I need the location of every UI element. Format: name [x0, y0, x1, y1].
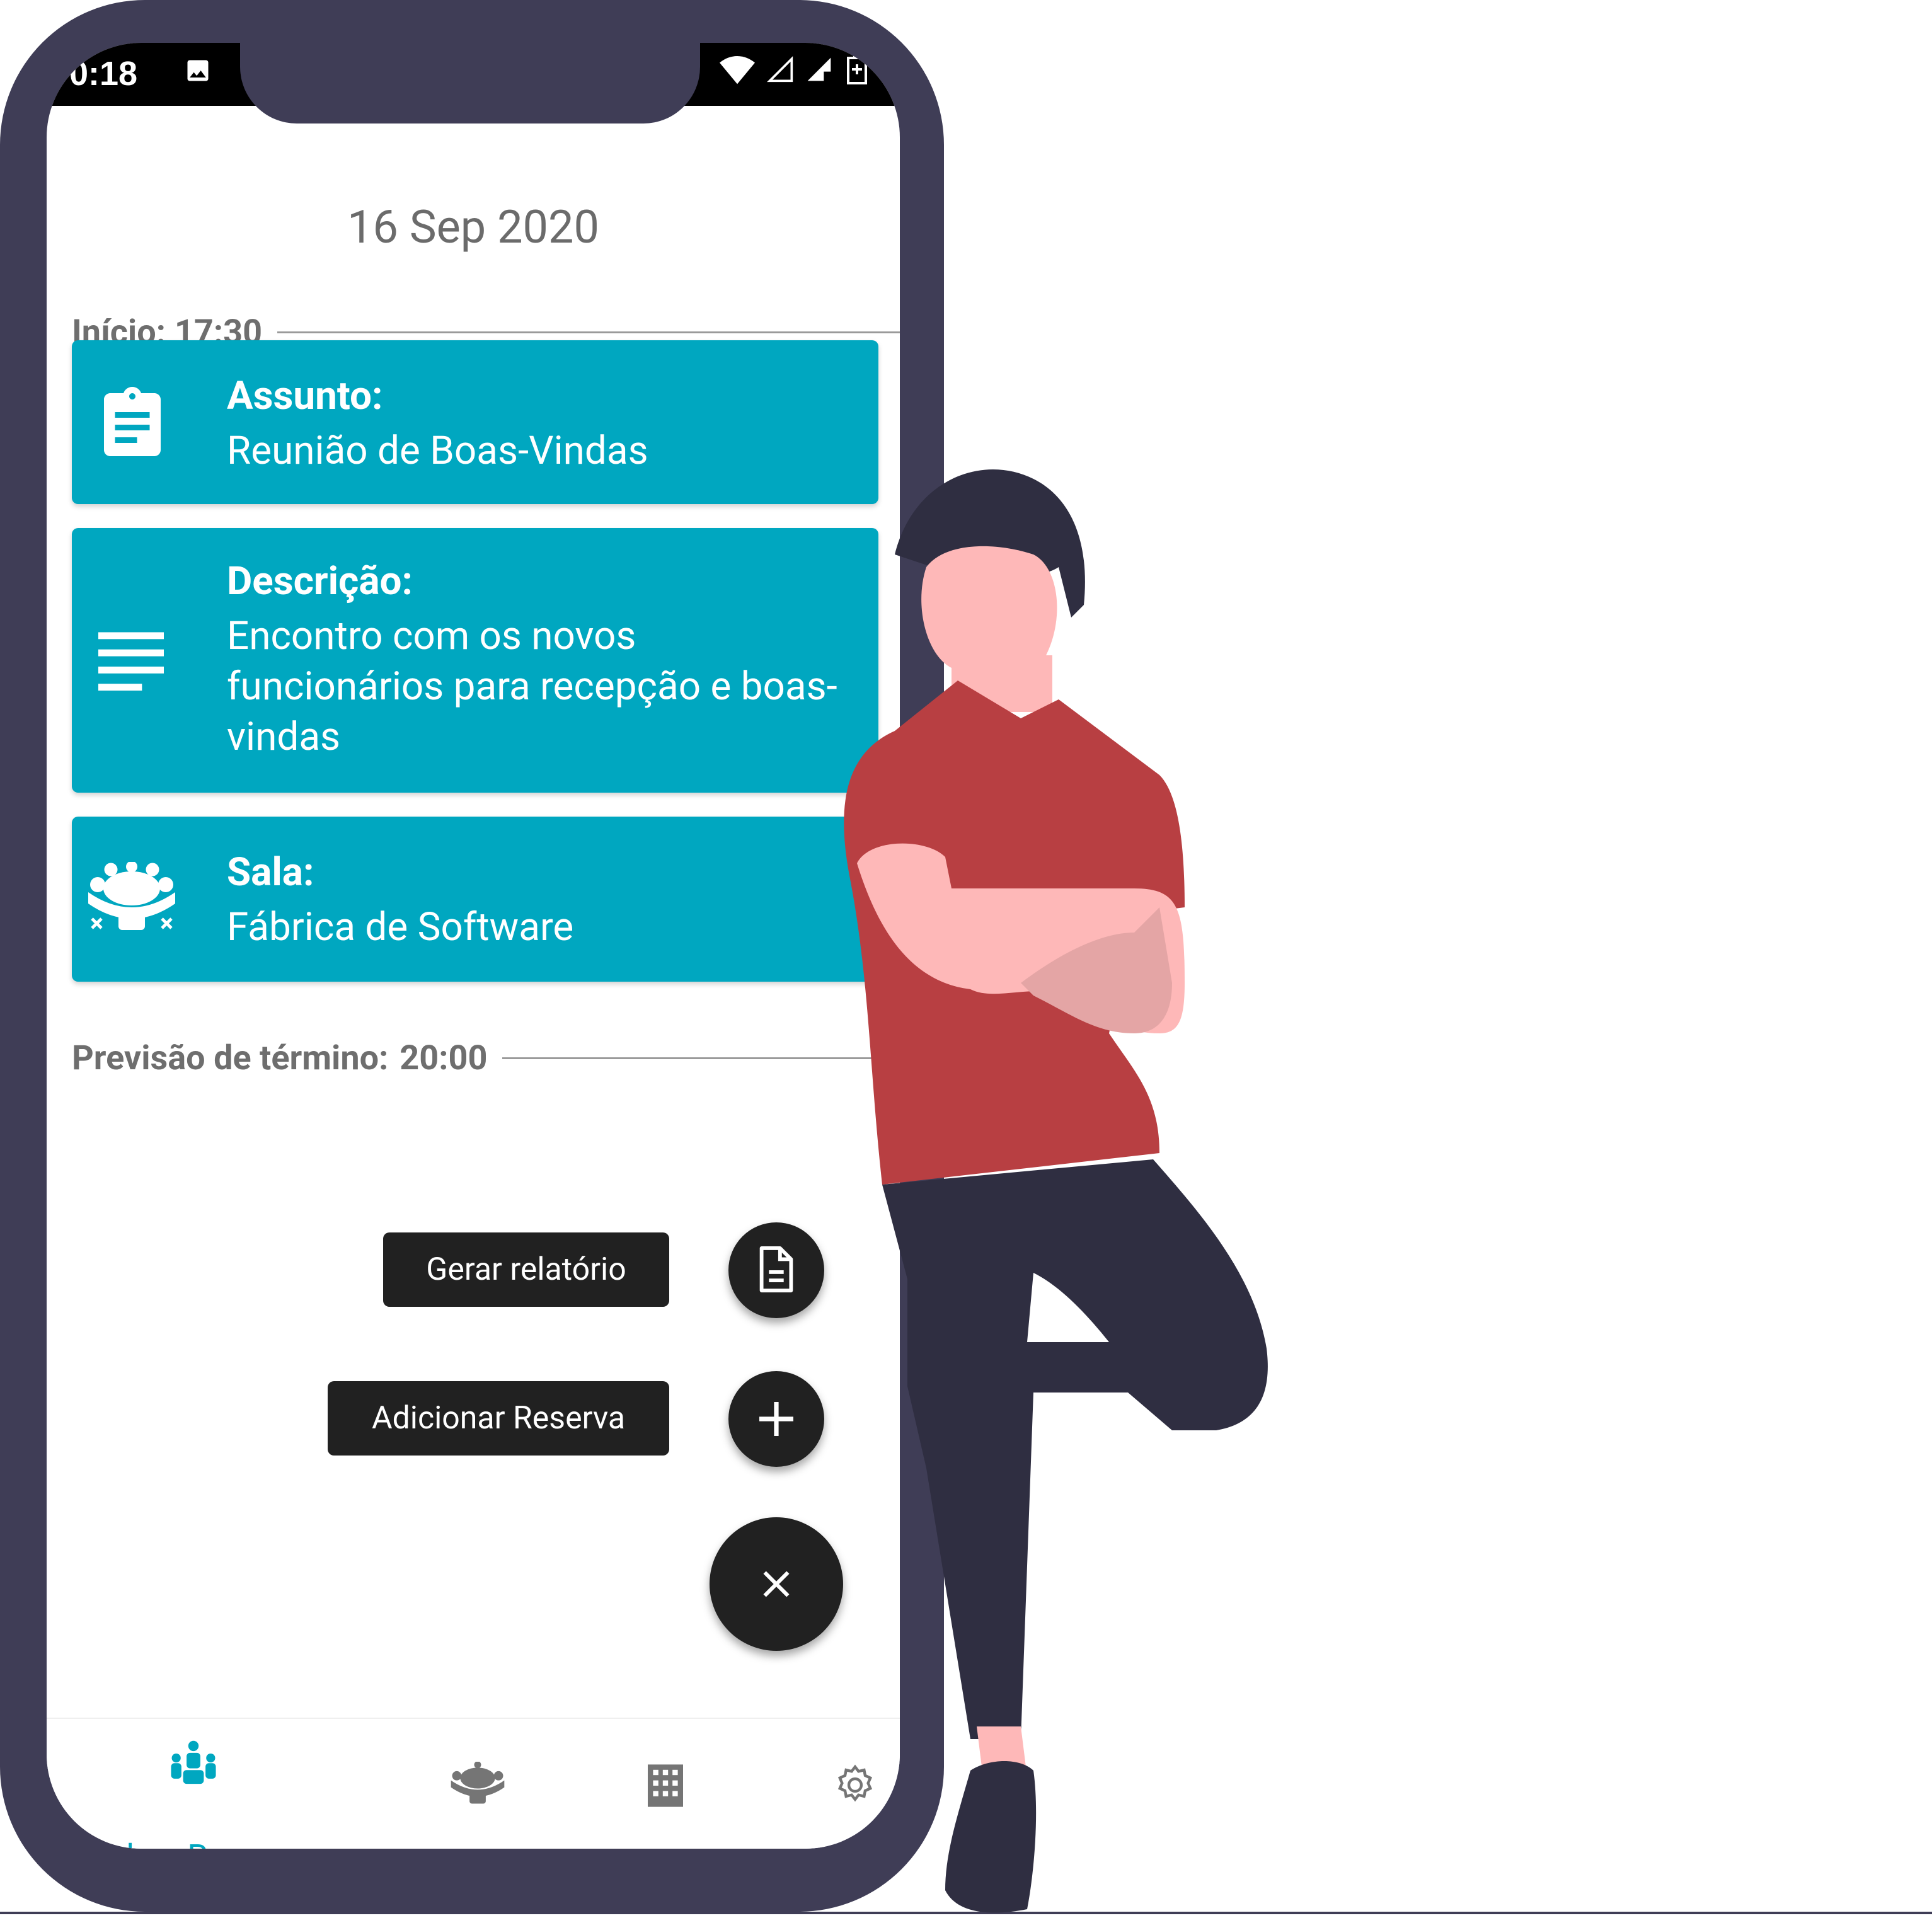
- signal-icon: [767, 56, 793, 83]
- status-time: 0:18: [69, 55, 138, 93]
- description-title: Descrição:: [227, 558, 413, 604]
- add-reservation-button[interactable]: [728, 1371, 824, 1467]
- reservation-date: 16 Sep 2020: [347, 200, 599, 254]
- phone-frame: 0:18 16 Sep 2020 Início: 17:30 Assunto: …: [0, 0, 944, 1912]
- room-value: Fábrica de Software: [227, 904, 574, 950]
- clipboard-icon: [104, 387, 161, 456]
- status-icons: [720, 54, 870, 84]
- end-time-value: 20:00: [400, 1038, 488, 1078]
- battery-icon: [847, 54, 867, 84]
- description-value: Encontro com os novos funcionários para …: [227, 613, 837, 760]
- room-card[interactable]: Sala: Fábrica de Software: [72, 817, 878, 982]
- people-icon: [171, 1740, 216, 1784]
- subject-card[interactable]: Assunto: Reunião de Boas-Vindas: [72, 340, 878, 504]
- subject-title: Assunto:: [227, 373, 383, 419]
- plus-icon: [759, 1402, 793, 1436]
- description-card[interactable]: Descrição: Encontro com os novos funcion…: [72, 528, 878, 793]
- nav-item-buildings[interactable]: [601, 1719, 727, 1849]
- start-time-divider: [277, 331, 900, 333]
- image-notification-icon: [187, 60, 209, 81]
- person-illustration: [844, 469, 1268, 1913]
- signal-no-service-icon: [807, 57, 831, 81]
- close-speed-dial-button[interactable]: [710, 1517, 843, 1651]
- subject-value: Reunião de Boas-Vindas: [227, 428, 648, 474]
- wifi-icon: [720, 56, 755, 84]
- end-time-row: Previsão de término: 20:00: [72, 1038, 900, 1078]
- nav-item-rooms[interactable]: [400, 1719, 563, 1849]
- add-reservation-chip[interactable]: Adicionar Reserva: [328, 1381, 669, 1456]
- bottom-navigation: Minhas Reservas: [47, 1718, 900, 1849]
- nav-item-my-reservations[interactable]: Minhas Reservas: [47, 1719, 321, 1849]
- end-time-label: Previsão de término:: [72, 1038, 389, 1078]
- meeting-table-icon: [88, 862, 175, 930]
- nav-label-my-reservations: Minhas Reservas: [72, 1837, 321, 1849]
- room-title: Sala:: [227, 849, 314, 895]
- app-screen: 0:18 16 Sep 2020 Início: 17:30 Assunto: …: [47, 43, 900, 1849]
- meeting-room-icon: [451, 1762, 505, 1804]
- document-icon: [759, 1246, 793, 1293]
- phone-notch: [240, 43, 700, 123]
- building-icon: [648, 1764, 683, 1807]
- text-lines-icon: [98, 632, 164, 691]
- generate-report-chip[interactable]: Gerar relatório: [383, 1232, 669, 1307]
- generate-report-button[interactable]: [728, 1222, 824, 1318]
- close-icon: [763, 1571, 790, 1597]
